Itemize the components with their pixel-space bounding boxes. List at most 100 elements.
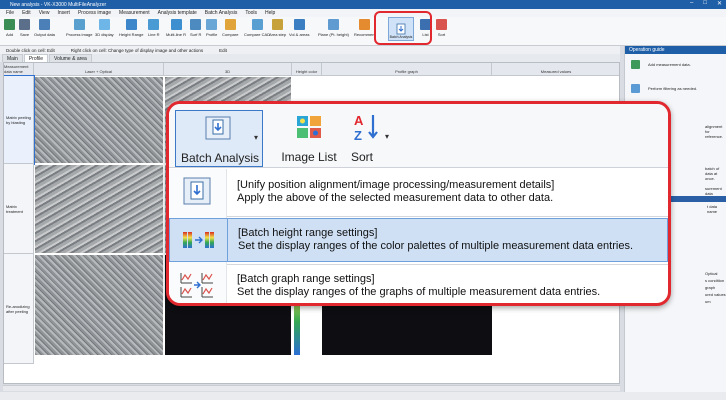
- ribbon-toolbar: Add Save Output data Process image 3D di…: [0, 17, 726, 46]
- menu-item-batch-graph-range[interactable]: [Batch graph range settings] Set the dis…: [227, 264, 668, 303]
- sort-caret-icon[interactable]: ▾: [385, 132, 389, 141]
- hint-right-click: Right click on cell: Change type of disp…: [70, 47, 204, 53]
- add-button[interactable]: Add: [4, 19, 15, 37]
- line-r-icon: [148, 19, 160, 30]
- menu-view[interactable]: View: [39, 10, 50, 16]
- menu-help[interactable]: Help: [265, 10, 275, 16]
- op-data-name: t data name: [707, 204, 718, 214]
- batch-analysis-toolbar-button[interactable]: ▾ Batch Analysis: [175, 110, 263, 167]
- menu-batch-analysis[interactable]: Batch Analysis: [205, 10, 238, 16]
- popup-toolbar: ▾ Batch Analysis Image List A Z ▾ Sort: [169, 104, 668, 168]
- batch-graph-desc: Set the display ranges of the graphs of …: [237, 286, 601, 298]
- image-list-label: Image List: [281, 150, 337, 164]
- row-name-1[interactable]: Matrix peeling by blasting: [4, 75, 35, 165]
- batch-analysis-icon: [396, 23, 406, 35]
- window-title: New analysis - VK-X3000 MultiFileAnalyze…: [10, 1, 107, 8]
- filter-icon: [631, 84, 640, 93]
- sort-label: Sort: [350, 150, 373, 164]
- recomment-button[interactable]: Recomment: [354, 19, 376, 37]
- menu-item-unify[interactable]: [Unify position alignment/image processi…: [227, 170, 668, 214]
- batch-analysis-caret-icon[interactable]: ▾: [254, 133, 258, 142]
- area-step-button[interactable]: Area step: [269, 19, 286, 37]
- op-alignment[interactable]: alignment for reference.: [705, 124, 726, 139]
- process-image-icon: [73, 19, 85, 30]
- compare-button[interactable]: Compare: [222, 19, 238, 37]
- compare-cad-button[interactable]: Compare CAD: [244, 19, 270, 37]
- height-range-icon: [125, 19, 137, 30]
- process-image-button[interactable]: Process image: [66, 19, 92, 37]
- image-list-toolbar-button[interactable]: Image List: [277, 110, 341, 167]
- row-name-2[interactable]: Matrix treatment: [4, 164, 34, 254]
- plane-pt-height-button[interactable]: Plane (Pt. height): [318, 19, 349, 37]
- profile-button[interactable]: Profile: [206, 19, 217, 37]
- output-icon: [38, 19, 50, 30]
- save-icon: [19, 19, 30, 30]
- 3d-display-button[interactable]: 3D display: [95, 19, 114, 37]
- batch-analysis-dropdown-zoom: ▾ Batch Analysis Image List A Z ▾ Sort […: [166, 101, 671, 306]
- sort-toolbar-button[interactable]: A Z ▾ Sort: [345, 110, 393, 167]
- horizontal-scrollbar[interactable]: [3, 385, 620, 391]
- multi-line-r-button[interactable]: Multi-line R: [166, 19, 186, 37]
- op-filtering[interactable]: Perform filtering as needed.: [631, 84, 697, 93]
- volume-icon: [293, 19, 305, 30]
- multi-line-icon: [170, 19, 182, 30]
- op-condition: s condition: [705, 278, 725, 283]
- ribbon-batch-analysis-button[interactable]: Batch Analysis: [388, 17, 414, 41]
- tab-volume-area[interactable]: Volume & area: [49, 54, 92, 62]
- tab-profile[interactable]: Profile: [23, 54, 49, 62]
- height-range-button[interactable]: Height Range: [119, 19, 143, 37]
- op-add-data[interactable]: Add measurement data.: [631, 60, 691, 69]
- op-optical: Optical: [705, 271, 718, 276]
- edit-link[interactable]: Edit: [219, 48, 227, 53]
- compare-icon: [224, 19, 236, 30]
- close-button[interactable]: ✕: [717, 0, 722, 7]
- 3d-icon: [98, 19, 110, 30]
- col-header-height-color[interactable]: Height color: [292, 63, 322, 76]
- op-batch[interactable]: batch of data at once.: [705, 166, 726, 181]
- menu-edit[interactable]: Edit: [22, 10, 31, 16]
- title-bar: New analysis - VK-X3000 MultiFileAnalyze…: [0, 0, 726, 9]
- col-header-laser-optical[interactable]: Laser + Optical: [34, 63, 164, 76]
- unify-icon: [179, 176, 215, 206]
- vol-areas-button[interactable]: Vol & areas: [289, 19, 309, 37]
- col-header-3d[interactable]: 3D: [164, 63, 292, 76]
- sort-az-icon: A Z: [354, 113, 378, 142]
- sort-button[interactable]: Sort: [436, 19, 447, 37]
- line-r-button[interactable]: Line R: [148, 19, 160, 37]
- sheet-tabs: Main Profile Volume & area: [0, 54, 620, 62]
- col-header-measured-values[interactable]: Measured values: [492, 63, 619, 76]
- menu-process-image[interactable]: Process image: [78, 10, 111, 16]
- tab-main[interactable]: Main: [2, 54, 23, 62]
- op-measurement-data[interactable]: surement data: [705, 186, 726, 196]
- menu-analysis-template[interactable]: Analysis template: [158, 10, 197, 16]
- batch-analysis-callout: Batch Analysis: [374, 11, 432, 45]
- profile-graph-3: [322, 303, 492, 355]
- batch-height-range-icon: [169, 218, 227, 262]
- save-button[interactable]: Save: [19, 19, 30, 37]
- svg-text:Z: Z: [354, 128, 362, 142]
- batch-analysis-label: Batch Analysis: [180, 151, 260, 165]
- hint-bar: Double click on cell: Edit Right click o…: [0, 46, 620, 54]
- minimize-button[interactable]: –: [690, 0, 693, 7]
- maximize-button[interactable]: □: [703, 0, 707, 7]
- cad-icon: [251, 19, 263, 30]
- profile-icon: [206, 19, 218, 30]
- menu-file[interactable]: File: [6, 10, 14, 16]
- col-header-profile-graph[interactable]: Profile graph: [322, 63, 492, 76]
- menu-measurement[interactable]: Measurement: [119, 10, 150, 16]
- batch-analysis-icon: [205, 116, 231, 140]
- status-bar: [0, 392, 726, 400]
- hint-double-click: Double click on cell: Edit: [6, 47, 55, 53]
- menu-item-batch-height-range[interactable]: [Batch height range settings] Set the di…: [227, 218, 668, 262]
- output-data-button[interactable]: Output data: [34, 19, 55, 37]
- row-name-3[interactable]: Re-anodizing after peeling: [4, 254, 34, 364]
- col-header-name[interactable]: Measurement data name: [4, 63, 34, 76]
- menu-insert[interactable]: Insert: [57, 10, 70, 16]
- batch-graph-title: [Batch graph range settings]: [237, 273, 375, 285]
- batch-graph-range-icon: [179, 270, 215, 300]
- op-um: um: [705, 299, 711, 304]
- surf-r-button[interactable]: Surf R: [190, 19, 201, 37]
- menu-tools[interactable]: Tools: [245, 10, 257, 16]
- op-values: ured values: [705, 292, 726, 297]
- menu-bar: File Edit View Insert Process image Meas…: [0, 9, 726, 17]
